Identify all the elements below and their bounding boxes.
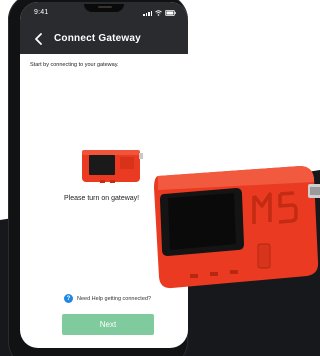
- scene: 9:41 Connect Gateway Start by connecting…: [0, 0, 320, 356]
- battery-icon: [165, 10, 176, 16]
- next-button[interactable]: Next: [62, 314, 154, 335]
- wifi-icon: [155, 10, 162, 16]
- help-text[interactable]: Need Help getting connected?: [77, 296, 151, 302]
- app-bar: Connect Gateway: [20, 24, 188, 54]
- turn-on-instruction: Please turn on gateway!: [64, 195, 140, 202]
- gateway-device-image: [82, 150, 143, 183]
- cellular-signal-icon: [143, 10, 152, 16]
- help-link[interactable]: ? Need Help getting connected?: [64, 294, 151, 303]
- status-bar: 9:41: [20, 2, 188, 24]
- status-icons: [143, 10, 176, 16]
- notch-speaker: [98, 6, 112, 8]
- intro-text: Start by connecting to your gateway.: [30, 62, 119, 68]
- gateway-device-closeup: [154, 166, 320, 289]
- page-title: Connect Gateway: [54, 33, 141, 44]
- status-time: 9:41: [34, 9, 49, 16]
- back-arrow-icon[interactable]: [32, 32, 46, 46]
- question-icon: ?: [64, 294, 73, 303]
